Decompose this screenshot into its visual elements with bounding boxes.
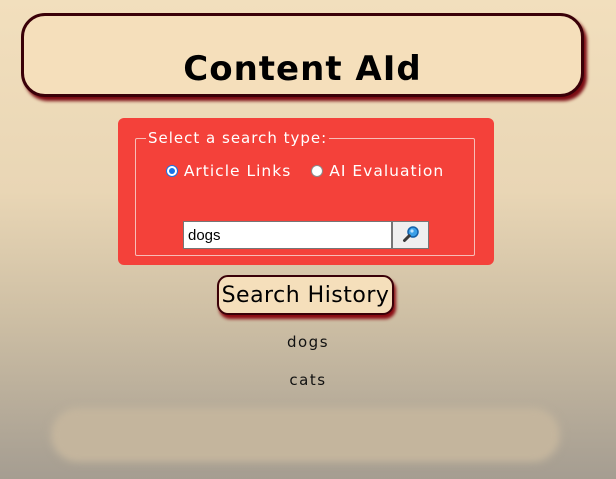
app-title: Content AId bbox=[183, 49, 422, 89]
history-item[interactable]: cats bbox=[0, 368, 616, 406]
radio-label-article-links: Article Links bbox=[183, 162, 292, 180]
radio-label-ai-evaluation: AI Evaluation bbox=[329, 162, 445, 180]
search-row bbox=[183, 221, 429, 249]
search-history-list: dogs cats bbox=[0, 330, 616, 406]
radio-article-links[interactable] bbox=[165, 165, 178, 177]
search-input[interactable] bbox=[183, 221, 392, 249]
search-history-button[interactable]: Search History bbox=[217, 275, 394, 315]
search-panel: Select a search type: Article Links AI E… bbox=[118, 118, 494, 265]
history-item[interactable]: dogs bbox=[0, 330, 616, 368]
radio-option-article-links[interactable]: Article Links bbox=[165, 162, 292, 180]
search-type-options: Article Links AI Evaluation bbox=[136, 162, 474, 180]
footer-bar bbox=[53, 410, 558, 460]
magnifier-icon bbox=[402, 225, 420, 246]
radio-option-ai-evaluation[interactable]: AI Evaluation bbox=[311, 162, 444, 180]
radio-ai-evaluation[interactable] bbox=[311, 165, 324, 177]
search-button[interactable] bbox=[392, 221, 429, 249]
search-type-legend: Select a search type: bbox=[146, 128, 330, 148]
app-header: Content AId bbox=[21, 13, 584, 97]
search-type-fieldset: Select a search type: Article Links AI E… bbox=[135, 128, 475, 256]
